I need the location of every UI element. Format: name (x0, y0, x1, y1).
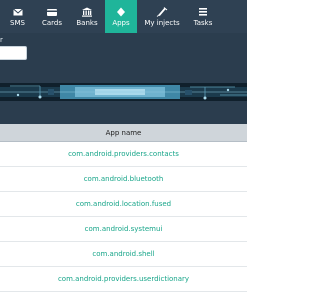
filter-panel: r (0, 33, 247, 83)
filter-label: r (0, 36, 3, 44)
column-header-app-name[interactable]: App name (106, 129, 142, 137)
app-name-link[interactable]: com.android.bluetooth (84, 175, 164, 183)
app-name-link[interactable]: com.android.providers.contacts (68, 150, 179, 158)
credit-card-icon (47, 8, 57, 16)
top-navbar: SMS Cards Banks Apps My injects Tasks (0, 0, 247, 33)
nav-tasks-label: Tasks (193, 18, 213, 27)
nav-sms-label: SMS (10, 18, 25, 27)
app-name-link[interactable]: com.android.systemui (85, 225, 163, 233)
nav-my-injects[interactable]: My injects (137, 0, 187, 33)
table-row: com.android.location.fused (0, 192, 247, 217)
app-name-link[interactable]: com.android.shell (92, 250, 154, 258)
table-row: com.android.systemui (0, 217, 247, 242)
app-page: SMS Cards Banks Apps My injects Tasks r … (0, 0, 247, 296)
nav-sms[interactable]: SMS (0, 0, 35, 33)
envelope-icon (12, 8, 23, 15)
circuit-banner (0, 83, 247, 101)
nav-cards-label: Cards (41, 18, 63, 27)
table-header: App name (0, 124, 247, 142)
nav-banks[interactable]: Banks (69, 0, 105, 33)
nav-apps-label: Apps (112, 18, 130, 27)
bank-icon (82, 7, 92, 17)
nav-banks-label: Banks (76, 18, 98, 27)
filter-input[interactable] (0, 46, 27, 60)
table-row: com.android.bluetooth (0, 167, 247, 192)
circuit-banner-image (0, 83, 247, 101)
table-row: com.android.providers.contacts (0, 142, 247, 167)
syringe-icon (156, 6, 168, 17)
table-row: com.android.shell (0, 242, 247, 267)
nav-cards[interactable]: Cards (35, 0, 69, 33)
diamond-icon (117, 7, 125, 16)
table-row: com.android.providers.userdictionary (0, 267, 247, 292)
apps-table-body: com.android.providers.contacts com.andro… (0, 142, 247, 292)
nav-apps[interactable]: Apps (105, 0, 137, 33)
tasks-icon (199, 7, 207, 16)
nav-my-injects-label: My injects (144, 18, 180, 27)
nav-tasks[interactable]: Tasks (187, 0, 219, 33)
toolbar-strip (0, 101, 247, 124)
app-name-link[interactable]: com.android.providers.userdictionary (58, 275, 189, 283)
app-name-link[interactable]: com.android.location.fused (76, 200, 171, 208)
